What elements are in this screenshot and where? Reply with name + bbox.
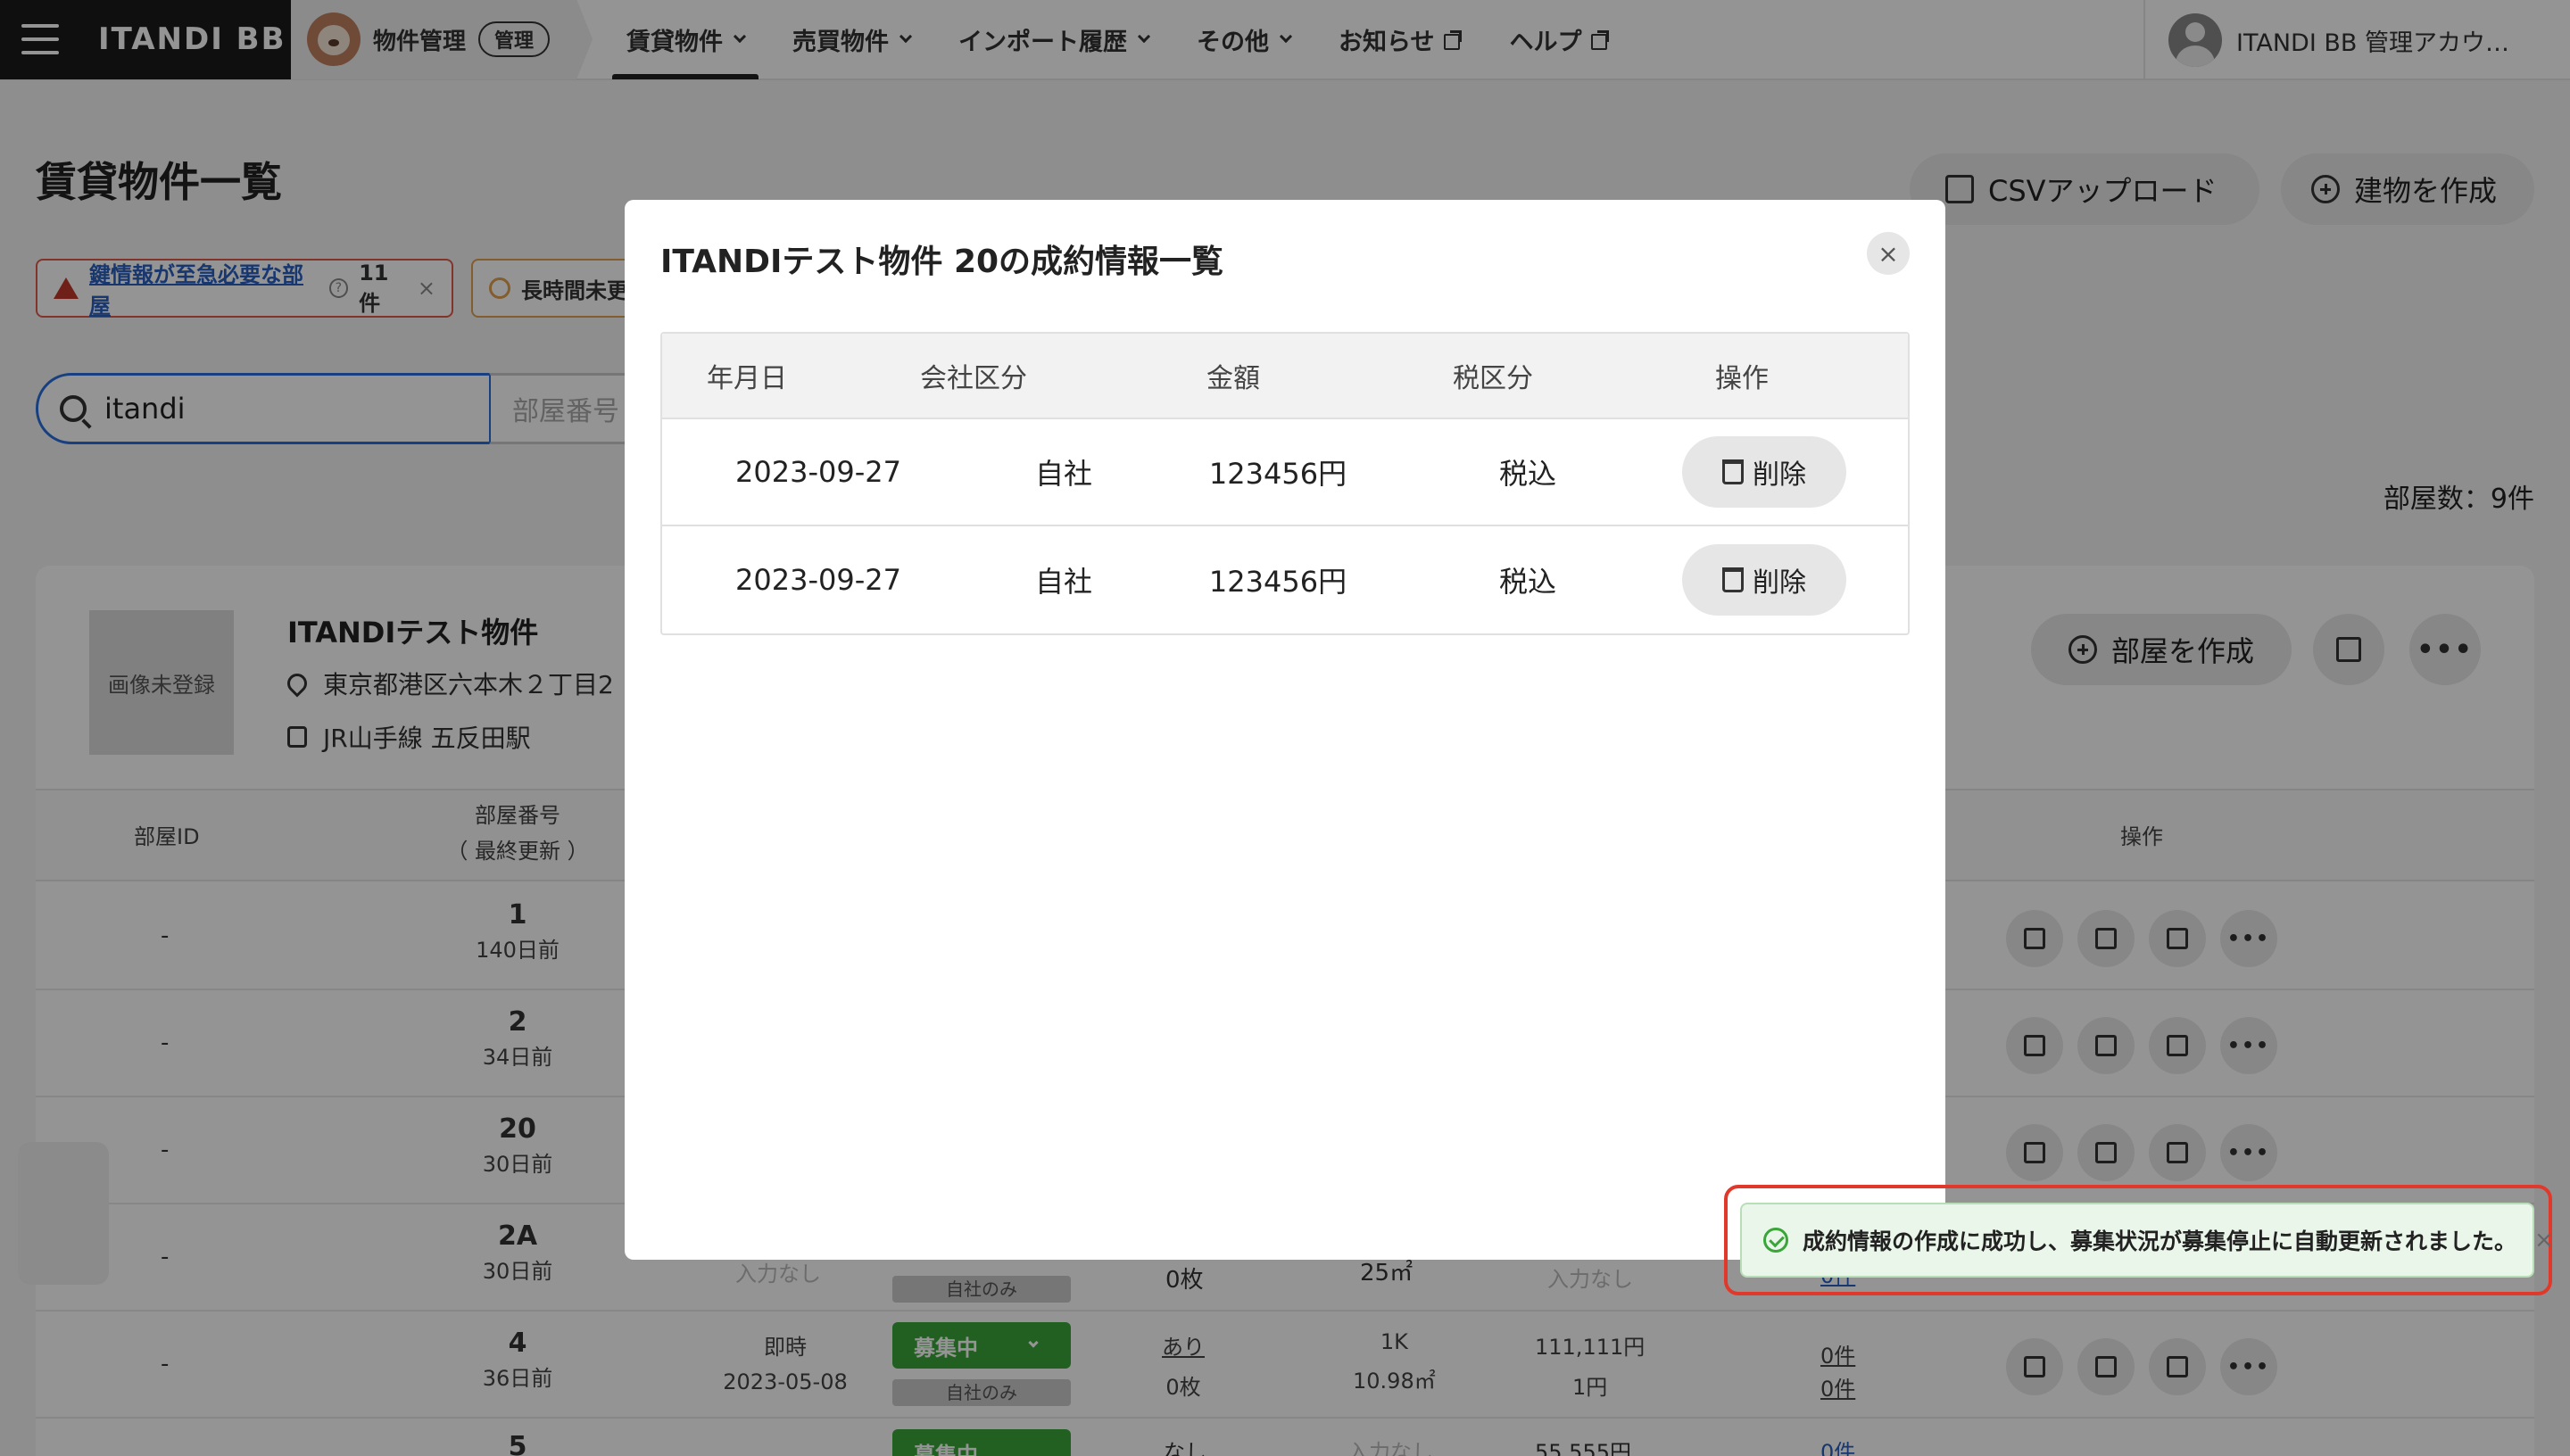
col-ops: 操作 <box>1715 363 1769 394</box>
col-company: 会社区分 <box>920 363 1027 394</box>
delete-label: 削除 <box>1753 567 1806 599</box>
modal-close-button[interactable]: × <box>1867 232 1910 275</box>
contract-amount: 123456円 <box>1208 565 1347 599</box>
toast-message: 成約情報の作成に成功し、募集状況が募集停止に自動更新されました。 <box>1803 1228 2517 1254</box>
delete-label: 削除 <box>1753 459 1806 491</box>
contract-row: 2023-09-27 自社 123456円 税込 削除 <box>662 419 1908 526</box>
col-amount: 金額 <box>1206 363 1260 394</box>
col-date: 年月日 <box>707 363 787 394</box>
contract-amount: 123456円 <box>1208 457 1347 491</box>
delete-button[interactable]: 削除 <box>1682 544 1846 616</box>
contract-table: 年月日 会社区分 金額 税区分 操作 2023-09-27 自社 123456円… <box>660 332 1910 635</box>
contract-company: 自社 <box>1034 457 1092 491</box>
contract-tax: 税込 <box>1498 457 1556 491</box>
modal-title: ITANDIテスト物件 20の成約情報一覧 <box>660 244 1224 280</box>
contract-row: 2023-09-27 自社 123456円 税込 削除 <box>662 526 1908 633</box>
contract-tax: 税込 <box>1498 565 1556 599</box>
trash-icon <box>1722 567 1744 592</box>
col-tax: 税区分 <box>1453 363 1533 394</box>
toast-close-icon[interactable]: × <box>2534 1227 2554 1253</box>
success-toast: 成約情報の作成に成功し、募集状況が募集停止に自動更新されました。 × <box>1740 1203 2554 1278</box>
trash-icon <box>1722 459 1744 484</box>
delete-button[interactable]: 削除 <box>1682 436 1846 508</box>
delete-cell: 削除 <box>1653 526 1876 633</box>
delete-cell: 削除 <box>1653 419 1876 525</box>
contract-company: 自社 <box>1034 565 1092 599</box>
contract-date: 2023-09-27 <box>735 455 901 489</box>
check-circle-icon <box>1763 1228 1788 1253</box>
contract-date: 2023-09-27 <box>735 563 901 597</box>
close-icon: × <box>1878 238 1899 269</box>
contract-table-header: 年月日 会社区分 金額 税区分 操作 <box>662 334 1908 419</box>
contract-info-modal: ITANDIテスト物件 20の成約情報一覧 × 年月日 会社区分 金額 税区分 … <box>625 200 1945 1260</box>
